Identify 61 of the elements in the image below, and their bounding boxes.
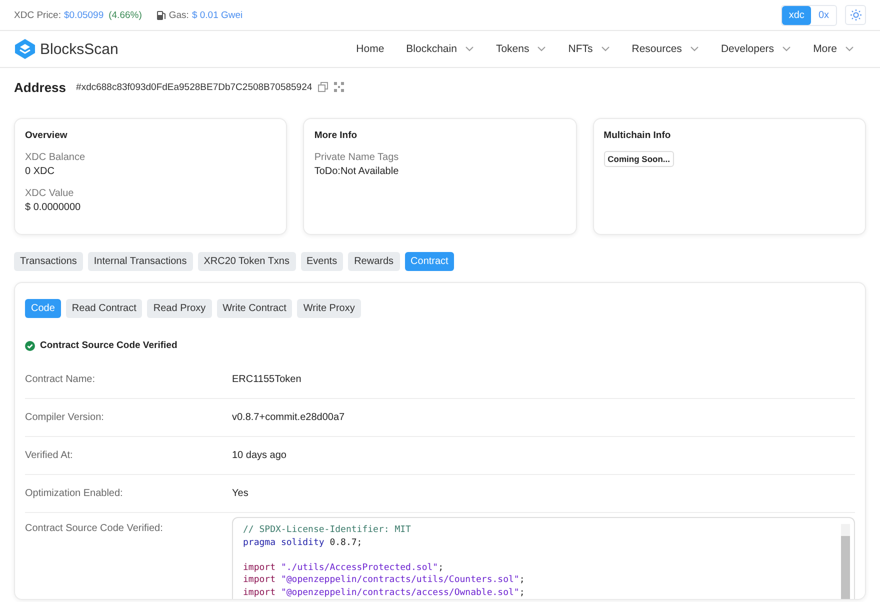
nav-item[interactable]: Blockchain — [406, 43, 457, 55]
check-circle-icon — [25, 340, 35, 350]
field-value: ToDo:Not Available — [314, 165, 400, 178]
card-title: Overview — [25, 130, 68, 141]
row-label: Verified At: — [25, 450, 74, 461]
card-title: Multichain Info — [604, 130, 672, 141]
tab[interactable]: Transactions — [14, 252, 83, 271]
field-value: $ 0.0000000 — [25, 201, 82, 214]
brand-name[interactable]: BlocksScan — [40, 40, 118, 58]
code-line: // SPDX-License-Identifier: MIT — [243, 525, 411, 535]
chevron-down-icon[interactable] — [782, 46, 792, 52]
field-label: XDC Balance — [25, 151, 86, 165]
tab[interactable]: Rewards — [348, 252, 400, 271]
code-line: import "@openzeppelin/contracts/access/Ownable.sol"; — [243, 588, 525, 598]
nav-item[interactable]: More — [813, 43, 837, 55]
copy-icon[interactable] — [318, 82, 328, 92]
tab[interactable]: Events — [300, 252, 344, 271]
row-value: 10 days ago — [232, 450, 286, 461]
qr-code-icon[interactable] — [334, 82, 344, 92]
nav-item[interactable]: Home — [356, 43, 384, 55]
verified-heading: Contract Source Code Verified — [40, 340, 178, 351]
chevron-down-icon[interactable] — [690, 46, 699, 52]
address-hash: #xdc688c83f093d0FdEa9528BE7Db7C2508B70585924 — [76, 82, 312, 92]
logo-icon — [14, 38, 36, 60]
row-value: ERC1155Token — [232, 374, 302, 385]
code-line: pragma solidity 0.8.7; — [243, 538, 362, 548]
tab[interactable]: Write Contract — [216, 299, 292, 318]
field-value: 0 XDC — [25, 165, 56, 178]
status-badge: Coming Soon... — [604, 151, 674, 167]
gas-label: Gas: — [168, 10, 189, 20]
row-label: Optimization Enabled: — [25, 488, 124, 499]
tab[interactable]: XRC20 Token Txns — [198, 252, 296, 271]
chevron-down-icon[interactable] — [845, 46, 854, 52]
tab[interactable]: Read Proxy — [147, 299, 212, 318]
scrollbar[interactable] — [841, 524, 850, 599]
gas-pump-icon — [156, 10, 166, 20]
card-title: More Info — [314, 130, 358, 141]
code-line: import "@openzeppelin/contracts/utils/Counters.sol"; — [243, 575, 525, 586]
field-label: XDC Value — [25, 187, 75, 201]
nav-item[interactable]: NFTs — [568, 43, 593, 55]
page-title: Address — [14, 80, 66, 94]
field-label: Private Name Tags — [314, 151, 400, 165]
theme-button[interactable] — [845, 5, 866, 25]
nav-item[interactable]: Tokens — [496, 43, 530, 55]
sun-icon — [850, 9, 862, 21]
chevron-down-icon[interactable] — [600, 46, 610, 52]
nav-item[interactable]: Resources — [632, 43, 682, 55]
row-label: Contract Name: — [25, 374, 96, 385]
row-label: Compiler Version: — [25, 412, 105, 423]
row-label: Contract Source Code Verified: — [25, 523, 164, 534]
price-change: (4.66%) — [108, 10, 142, 20]
tab[interactable]: Internal Transactions — [88, 252, 193, 271]
tab[interactable]: Write Proxy — [297, 299, 361, 318]
row-value: Yes — [232, 488, 248, 499]
row-value: v0.8.7+commit.e28d00a7 — [232, 412, 345, 423]
chevron-down-icon[interactable] — [537, 46, 546, 52]
tab[interactable]: Read Contract — [66, 299, 142, 318]
price-label: XDC Price: — [14, 10, 61, 20]
nav-item[interactable]: Developers — [720, 43, 774, 55]
chevron-down-icon[interactable] — [464, 46, 474, 52]
code-line: import "./utils/AccessProtected.sol"; — [243, 562, 444, 573]
